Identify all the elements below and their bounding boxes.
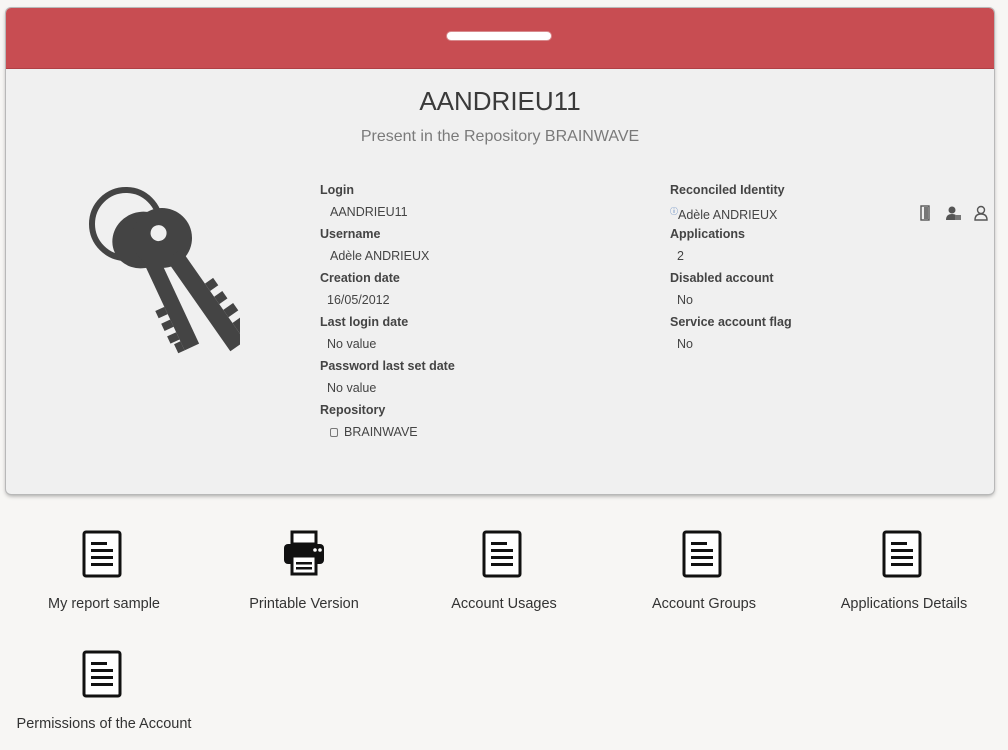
- creation-date-value: 16/05/2012: [327, 293, 390, 307]
- creation-date-label: Creation date: [320, 271, 400, 285]
- report-label[interactable]: Printable Version: [204, 596, 404, 612]
- last-login-date-value: No value: [327, 337, 377, 351]
- document-icon: [82, 650, 122, 698]
- service-account-flag-label: Service account flag: [670, 315, 792, 329]
- password-last-set-value: No value: [327, 381, 377, 395]
- reconciled-identity-value[interactable]: ⓘAdèle ANDRIEUX: [670, 204, 910, 222]
- account-title: AANDRIEU11: [419, 86, 581, 116]
- repository-value[interactable]: BRAINWAVE: [320, 424, 640, 440]
- report-tile-my-report-sample[interactable]: My report sample: [4, 530, 204, 630]
- report-label[interactable]: Permissions of the Account: [4, 716, 204, 732]
- account-actions: [914, 204, 994, 224]
- repository-name[interactable]: BRAINWAVE: [344, 425, 418, 439]
- info-icon: ⓘ: [670, 207, 678, 216]
- collapse-handle[interactable]: [447, 32, 551, 40]
- printer-icon: [284, 530, 324, 576]
- applications-label: Applications: [670, 227, 746, 241]
- keys-icon: [89, 187, 240, 354]
- username-label: Username: [320, 227, 381, 241]
- document-icon: [882, 530, 922, 578]
- database-icon: [330, 428, 338, 437]
- account-details-right: Reconciled Identity ⓘAdèle ANDRIEUX Appl…: [670, 182, 910, 358]
- document-icon: [682, 530, 722, 578]
- login-value: AANDRIEU11: [330, 205, 408, 219]
- user-manager-icon[interactable]: [944, 204, 962, 222]
- password-last-set-label: Password last set date: [320, 359, 455, 373]
- document-icon: [482, 530, 522, 578]
- login-label: Login: [320, 183, 355, 197]
- applications-value: 2: [677, 249, 684, 263]
- door-icon[interactable]: [916, 204, 934, 222]
- report-tile-account-usages[interactable]: Account Usages: [404, 530, 604, 630]
- report-tile-printable-version[interactable]: Printable Version: [204, 530, 404, 630]
- report-label[interactable]: Account Groups: [604, 596, 804, 612]
- disabled-account-value: No: [677, 293, 693, 307]
- reconciled-identity-label: Reconciled Identity: [670, 183, 785, 197]
- reconciled-identity-name[interactable]: Adèle ANDRIEUX: [678, 208, 777, 222]
- card-header: [6, 8, 994, 69]
- repository-label: Repository: [320, 403, 386, 417]
- document-icon: [82, 530, 122, 578]
- report-label[interactable]: Account Usages: [404, 596, 604, 612]
- account-subtitle: Present in the Repository BRAINWAVE: [360, 128, 640, 145]
- report-tile-account-groups[interactable]: Account Groups: [604, 530, 804, 630]
- report-tile-applications-details[interactable]: Applications Details: [804, 530, 1004, 630]
- disabled-account-label: Disabled account: [670, 271, 774, 285]
- last-login-date-label: Last login date: [320, 315, 409, 329]
- account-details-left: Login AANDRIEU11 Username Adèle ANDRIEUX…: [320, 182, 640, 446]
- username-value: Adèle ANDRIEUX: [330, 249, 430, 263]
- report-label[interactable]: My report sample: [4, 596, 204, 612]
- service-account-flag-value: No: [677, 337, 693, 351]
- account-card: AANDRIEU11 Present in the Repository BRA…: [6, 8, 994, 494]
- report-tile-permissions-of-the-account[interactable]: Permissions of the Account: [4, 650, 204, 750]
- user-icon[interactable]: [972, 204, 990, 222]
- report-label[interactable]: Applications Details: [804, 596, 1004, 612]
